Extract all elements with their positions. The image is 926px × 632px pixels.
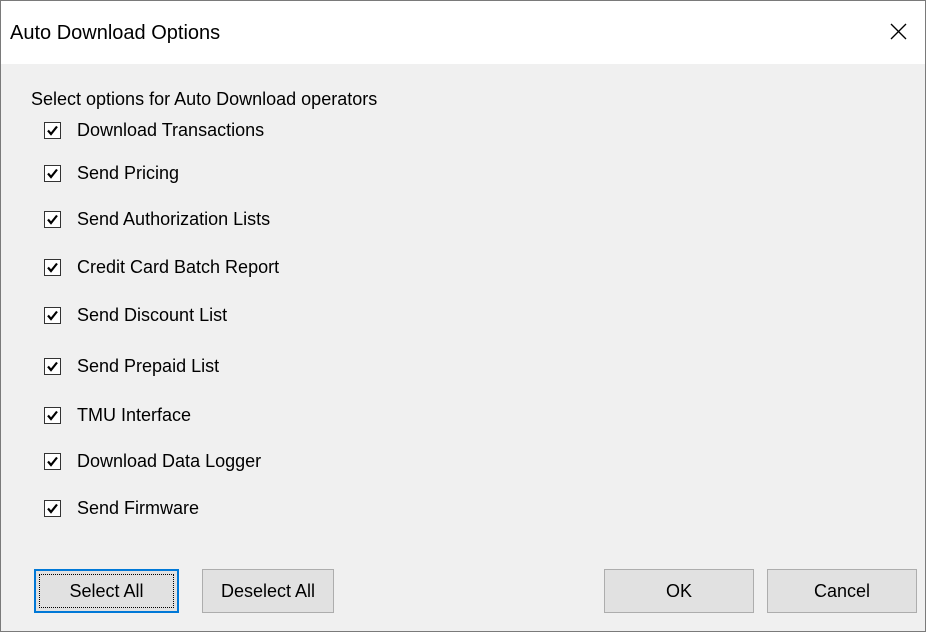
option-label: TMU Interface	[77, 405, 192, 425]
option-download-data-logger[interactable]: Download Data Logger	[44, 449, 261, 473]
checkbox[interactable]	[44, 121, 61, 139]
checkmark-icon	[47, 125, 58, 136]
ok-label: OK	[665, 580, 692, 601]
checkmark-icon	[47, 410, 58, 421]
checkmark-icon	[47, 262, 58, 273]
option-send-authorization-lists[interactable]: Send Authorization Lists	[44, 207, 270, 231]
option-tmu-interface[interactable]: TMU Interface	[44, 403, 191, 427]
checkmark-icon	[47, 361, 58, 372]
option-send-prepaid-list[interactable]: Send Prepaid List	[44, 354, 219, 378]
dialog-title: Auto Download Options	[10, 22, 221, 44]
option-send-pricing[interactable]: Send Pricing	[44, 161, 179, 185]
ok-button[interactable]: OK	[604, 569, 754, 613]
option-send-discount-list[interactable]: Send Discount List	[44, 303, 227, 327]
option-label: Download Data Logger	[77, 451, 262, 471]
option-download-transactions[interactable]: Download Transactions	[44, 118, 264, 142]
checkbox[interactable]	[44, 164, 61, 182]
checkmark-icon	[47, 214, 58, 225]
checkmark-icon	[47, 456, 58, 467]
option-label: Download Transactions	[77, 120, 265, 140]
select-all-button[interactable]: Select All	[34, 569, 179, 613]
option-send-firmware[interactable]: Send Firmware	[44, 496, 199, 520]
title-bar: Auto Download Options	[1, 1, 925, 64]
close-icon	[890, 23, 907, 40]
cancel-label: Cancel	[813, 580, 871, 601]
checkmark-icon	[47, 503, 58, 514]
auto-download-options-dialog: Auto Download Options Select options for…	[0, 0, 926, 632]
cancel-button[interactable]: Cancel	[767, 569, 917, 613]
close-button[interactable]	[871, 1, 925, 64]
deselect-all-button[interactable]: Deselect All	[202, 569, 334, 613]
checkbox[interactable]	[44, 258, 61, 276]
focus-rectangle	[39, 574, 174, 608]
options-group-label: Select options for Auto Download operato…	[31, 89, 378, 109]
option-label: Send Pricing	[77, 163, 180, 183]
checkbox[interactable]	[44, 306, 61, 324]
checkbox[interactable]	[44, 210, 61, 228]
checkbox[interactable]	[44, 357, 61, 375]
option-label: Send Authorization Lists	[77, 209, 271, 229]
option-credit-card-batch-report[interactable]: Credit Card Batch Report	[44, 255, 279, 279]
checkmark-icon	[47, 168, 58, 179]
checkbox[interactable]	[44, 499, 61, 517]
deselect-all-label: Deselect All	[220, 580, 316, 601]
checkbox[interactable]	[44, 452, 61, 470]
option-label: Credit Card Batch Report	[77, 257, 280, 277]
option-label: Send Discount List	[77, 305, 228, 325]
checkbox[interactable]	[44, 406, 61, 424]
option-label: Send Prepaid List	[77, 356, 220, 376]
dialog-client-area: Select options for Auto Download operato…	[1, 64, 925, 631]
option-label: Send Firmware	[77, 498, 200, 518]
checkmark-icon	[47, 310, 58, 321]
